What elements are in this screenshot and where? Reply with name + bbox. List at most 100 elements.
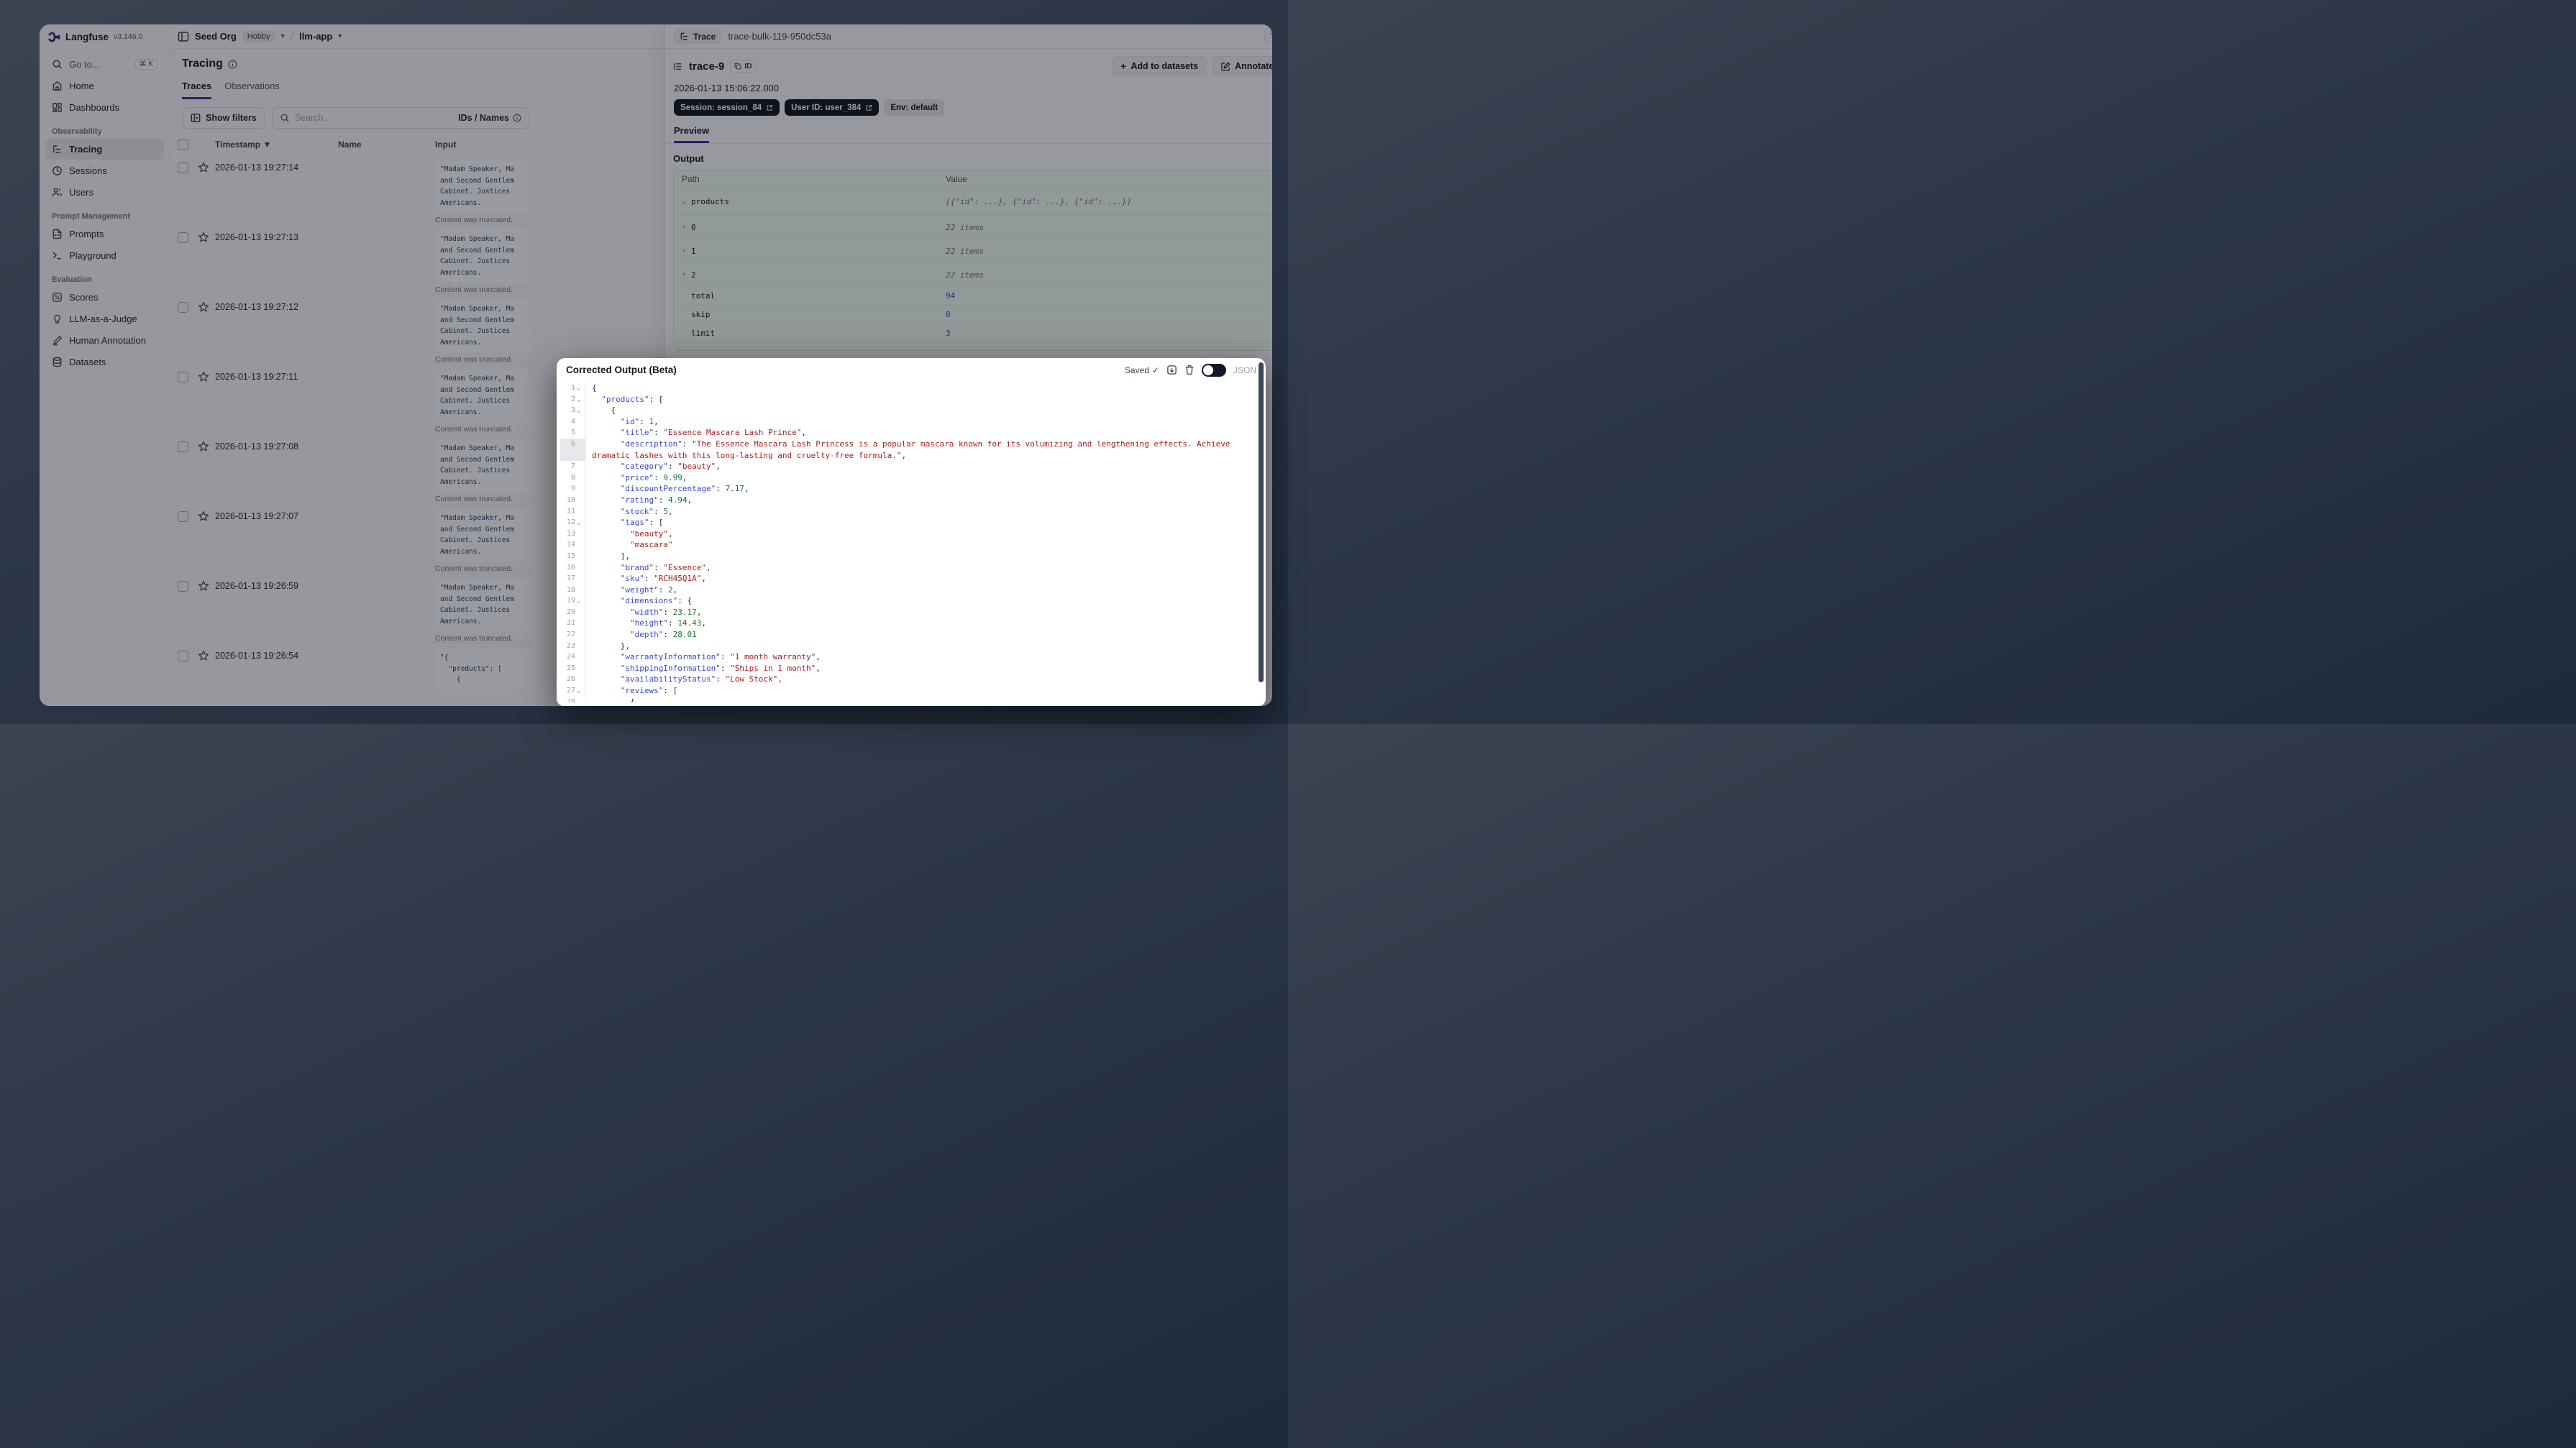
editor-line[interactable]: 26 "availabilityStatus": "Low Stock", [560, 674, 1262, 686]
line-number: 4 [560, 416, 586, 428]
editor-line[interactable]: 25 "shippingInformation": "Ships in 1 mo… [560, 662, 1262, 674]
editor-line[interactable]: 28 ⌄ { [560, 696, 1262, 702]
save-icon[interactable] [1166, 365, 1177, 375]
editor-line[interactable]: 27 ⌄ "reviews": [ [560, 685, 1262, 697]
line-number: 16 [560, 562, 586, 574]
editor-code: "dimensions": { [620, 596, 693, 606]
line-number: 23 [560, 640, 586, 652]
editor-code: "tags": [ [620, 518, 664, 528]
editor-line[interactable]: 11 "stock": 5, [560, 505, 1262, 518]
line-number: 6 [560, 438, 586, 462]
editor-line[interactable]: 9 "discountPercentage": 7.17, [560, 483, 1262, 495]
editor-line[interactable]: 22 "depth": 28.01 [560, 629, 1262, 641]
line-number: 18 [560, 584, 586, 596]
line-number: 28 ⌄ [560, 696, 586, 702]
editor-code: ], [592, 551, 630, 561]
editor-line[interactable]: 1 ⌄ { [560, 382, 1262, 394]
line-number: 15 [560, 550, 586, 562]
editor-code: "mascara" [629, 540, 673, 550]
editor-line[interactable]: 12 ⌄ "tags": [ [560, 517, 1262, 528]
line-number: 12 ⌄ [560, 517, 586, 528]
editor-code: "shippingInformation": "Ships in 1 month… [620, 663, 821, 673]
editor-line[interactable]: 10 "rating": 4.94, [560, 494, 1262, 506]
editor-code: "brand": "Essence", [620, 562, 711, 572]
editor-code: "price": 9.99, [620, 472, 688, 482]
line-number: 11 [560, 505, 586, 518]
fold-chevron-icon[interactable]: ⌄ [577, 382, 583, 394]
line-number: 24 [560, 651, 586, 663]
line-number: 14 [560, 539, 586, 551]
editor-code: { [592, 383, 597, 393]
editor-code: "depth": 28.01 [629, 630, 697, 640]
editor-code: "description": "The Essence Mascara Lash… [592, 439, 1236, 460]
editor-code: "height": 14.43, [629, 618, 706, 628]
line-number: 17 [560, 573, 586, 585]
line-number: 8 [560, 472, 586, 484]
editor-code: "sku": "RCH45Q1A", [620, 574, 706, 584]
line-number: 26 [560, 674, 586, 686]
editor-line[interactable]: 14 "mascara" [560, 539, 1262, 551]
fold-chevron-icon[interactable]: ⌄ [577, 394, 583, 405]
editor-line[interactable]: 5 "title": "Essence Mascara Lash Prince"… [560, 427, 1262, 439]
editor-line[interactable]: 23 }, [560, 640, 1262, 652]
corrected-output-title: Corrected Output (Beta) [566, 365, 677, 375]
editor-line[interactable]: 20 "width": 23.17, [560, 606, 1262, 618]
line-number: 3 ⌄ [560, 405, 586, 416]
line-number: 7 [560, 461, 586, 472]
json-toggle[interactable] [1201, 363, 1226, 377]
editor-line[interactable]: 4 "id": 1, [560, 416, 1262, 428]
line-number: 5 [560, 427, 586, 439]
editor-code: "id": 1, [620, 416, 659, 426]
editor-code: }, [592, 641, 630, 651]
editor-line[interactable]: 16 "brand": "Essence", [560, 562, 1262, 574]
corrected-output-card: Corrected Output (Beta) Saved ✓ JSON 1 ⌄ {2… [557, 358, 1266, 706]
editor-scrollbar[interactable] [1259, 362, 1264, 683]
editor-line[interactable]: 3 ⌄ { [560, 405, 1262, 416]
editor-code: "rating": 4.94, [620, 495, 693, 505]
dim-overlay [0, 0, 2576, 1448]
json-toggle-label: JSON [1233, 365, 1256, 375]
line-number: 13 [560, 528, 586, 540]
editor-line[interactable]: 2 ⌄ "products": [ [560, 393, 1262, 405]
json-editor[interactable]: 1 ⌄{2 ⌄ "products": [3 ⌄ {4 "id": 1, 5 "titl… [560, 382, 1262, 702]
line-number: 22 [560, 629, 586, 641]
editor-code: "reviews": [ [620, 686, 678, 696]
editor-line[interactable]: 13 "beauty", [560, 528, 1262, 540]
line-number: 20 [560, 606, 586, 618]
saved-status: Saved ✓ [1124, 365, 1159, 375]
editor-code: "weight": 2, [620, 585, 678, 595]
check-icon: ✓ [1151, 365, 1159, 375]
fold-chevron-icon[interactable]: ⌄ [577, 697, 583, 702]
trash-icon[interactable] [1184, 365, 1195, 375]
editor-line[interactable]: 8 "price": 9.99, [560, 472, 1262, 484]
line-number: 10 [560, 494, 586, 506]
editor-code: { [592, 405, 616, 416]
line-number: 19 ⌄ [560, 595, 586, 607]
fold-chevron-icon[interactable]: ⌄ [577, 595, 583, 607]
line-number: 2 ⌄ [560, 393, 586, 405]
editor-code: "stock": 5, [620, 506, 673, 516]
editor-line[interactable]: 18 "weight": 2, [560, 584, 1262, 596]
fold-chevron-icon[interactable]: ⌄ [577, 685, 583, 697]
line-number: 21 [560, 618, 586, 630]
editor-code: "category": "beauty", [620, 462, 721, 472]
editor-line[interactable]: 24 "warrantyInformation": "1 month warra… [560, 651, 1262, 663]
editor-line[interactable]: 21 "height": 14.43, [560, 618, 1262, 630]
editor-line[interactable]: 19 ⌄ "dimensions": { [560, 595, 1262, 607]
line-number: 27 ⌄ [560, 685, 586, 697]
fold-chevron-icon[interactable]: ⌄ [577, 517, 583, 528]
editor-code: { [592, 697, 635, 702]
editor-line[interactable]: 17 "sku": "RCH45Q1A", [560, 573, 1262, 585]
editor-line[interactable]: 7 "category": "beauty", [560, 461, 1262, 472]
editor-code: "beauty", [629, 528, 673, 539]
line-number: 1 ⌄ [560, 382, 586, 394]
editor-code: "products": [ [601, 394, 664, 404]
editor-line[interactable]: 6 "description": "The Essence Mascara La… [560, 438, 1262, 462]
line-number: 25 [560, 662, 586, 674]
editor-code: "warrantyInformation": "1 month warranty… [620, 652, 821, 662]
editor-code: "discountPercentage": 7.17, [620, 484, 749, 494]
editor-line[interactable]: 15 ], [560, 550, 1262, 562]
editor-code: "width": 23.17, [629, 607, 702, 617]
line-number: 9 [560, 483, 586, 495]
fold-chevron-icon[interactable]: ⌄ [577, 405, 583, 416]
